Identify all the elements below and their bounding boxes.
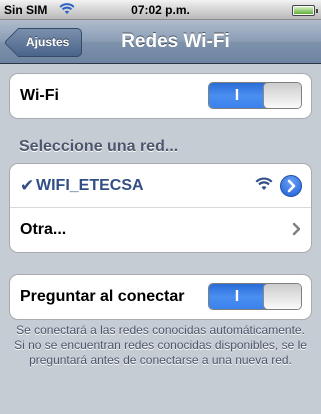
networks-section-header: Seleccione una red...	[19, 138, 179, 155]
battery-icon	[292, 5, 318, 16]
ask-toggle-on-label: I	[209, 284, 265, 309]
ask-to-join-toggle[interactable]: I	[208, 283, 302, 310]
wifi-toggle-on-label: I	[209, 83, 265, 108]
network-row[interactable]: ✔ WIFI_ETECSA	[10, 164, 311, 208]
navigation-bar: Ajustes Redes Wi-Fi	[0, 20, 321, 64]
ask-to-join-label: Preguntar al conectar	[20, 288, 185, 305]
wifi-toggle-group: Wi-Fi I	[9, 73, 312, 119]
back-button[interactable]: Ajustes	[18, 28, 82, 57]
wifi-signal-icon	[255, 177, 273, 196]
network-name: WIFI_ETECSA	[36, 177, 144, 194]
wifi-label: Wi-Fi	[20, 87, 59, 104]
ask-to-join-row: Preguntar al conectar I	[10, 275, 311, 319]
networks-group: ✔ WIFI_ETECSA Otra...	[9, 163, 312, 253]
other-network-row[interactable]: Otra...	[10, 208, 311, 252]
ask-to-join-group: Preguntar al conectar I	[9, 274, 312, 320]
status-bar: Sin SIM 07:02 p.m.	[0, 0, 321, 20]
status-time: 07:02 p.m.	[131, 3, 190, 17]
other-network-label: Otra...	[20, 221, 67, 238]
wifi-toggle-knob	[263, 83, 301, 108]
wifi-toggle[interactable]: I	[208, 82, 302, 109]
footer-note: Se conectará a las redes conocidas autom…	[14, 323, 307, 367]
checkmark-icon: ✔	[20, 176, 35, 195]
wifi-toggle-row: Wi-Fi I	[10, 74, 311, 118]
disclosure-arrow-icon[interactable]	[280, 175, 302, 197]
ask-toggle-knob	[263, 284, 301, 309]
chevron-right-icon	[292, 222, 301, 241]
